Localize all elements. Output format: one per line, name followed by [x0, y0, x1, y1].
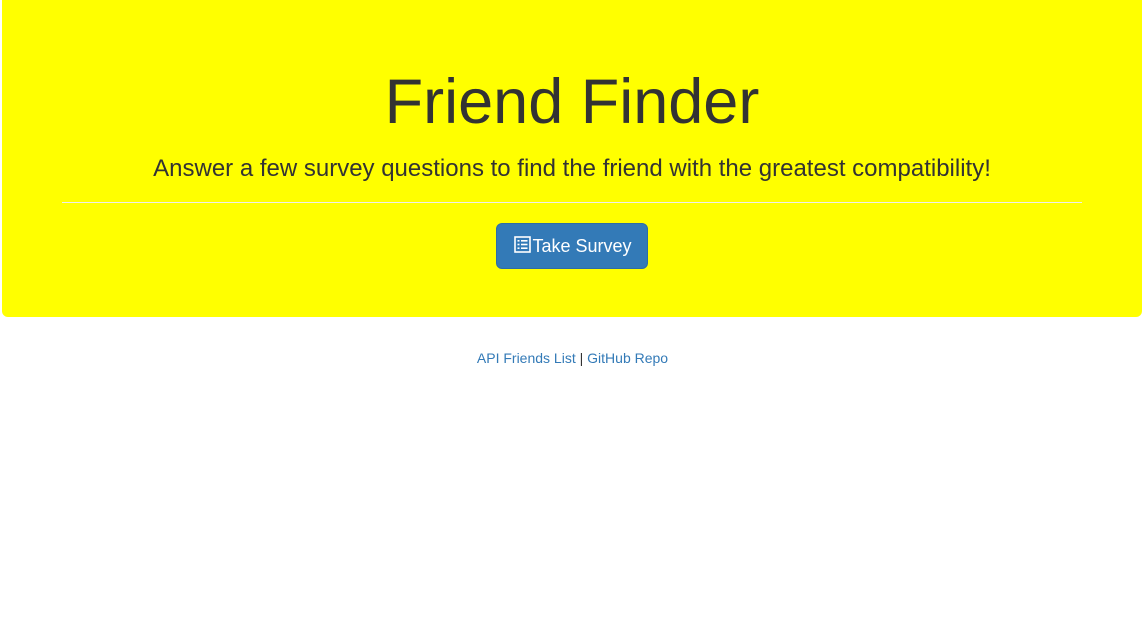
take-survey-button[interactable]: Take Survey [496, 223, 648, 269]
divider [62, 202, 1082, 203]
github-repo-link[interactable]: GitHub Repo [587, 350, 668, 366]
api-friends-list-link[interactable]: API Friends List [477, 350, 576, 366]
jumbotron: Friend Finder Answer a few survey questi… [2, 0, 1142, 317]
footer-separator: | [579, 350, 584, 366]
take-survey-label: Take Survey [532, 236, 632, 256]
page-title: Friend Finder [384, 67, 760, 137]
page-subtitle: Answer a few survey questions to find th… [153, 155, 991, 182]
footer: API Friends List | GitHub Repo [0, 348, 1145, 368]
list-alt-icon [514, 235, 532, 253]
